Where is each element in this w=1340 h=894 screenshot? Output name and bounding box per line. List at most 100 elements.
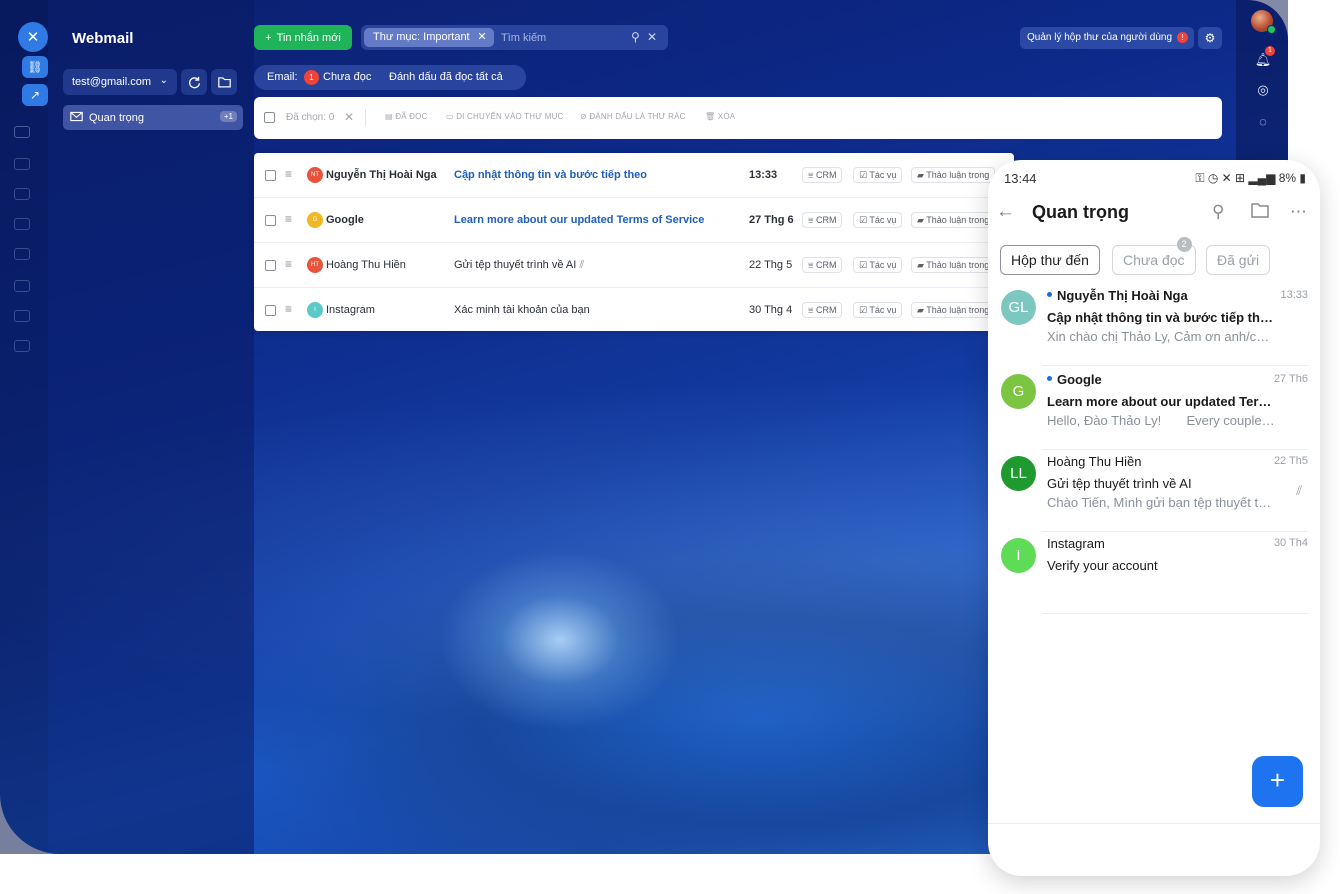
message-preview: Xin chào chị Thảo Ly, Cảm ơn anh/chị đã … bbox=[1047, 329, 1275, 344]
tag-crm[interactable]: ⩸ CRM bbox=[802, 257, 843, 273]
task-icon: ☑ bbox=[859, 305, 870, 315]
folder-icon[interactable] bbox=[1251, 202, 1269, 223]
attachment-icon: ⫽ bbox=[1296, 483, 1302, 498]
filter-icon: ⩸ bbox=[808, 260, 816, 270]
search-bar[interactable]: Thư mục: Important ✕ ⚲ ✕ bbox=[361, 25, 668, 50]
search-input[interactable] bbox=[501, 30, 621, 46]
move-to-folder-action[interactable]: ▭ DI CHUYỂN VÀO THƯ MỤC bbox=[446, 112, 564, 121]
app-icon[interactable] bbox=[14, 340, 30, 352]
tag-crm[interactable]: ⩸ CRM bbox=[802, 167, 843, 183]
app-icon[interactable] bbox=[14, 158, 30, 170]
email-subject[interactable]: Cập nhật thông tin và bước tiếp theo bbox=[454, 169, 647, 181]
email-subject[interactable]: Xác minh tài khoản của bạn bbox=[454, 304, 590, 316]
online-status-dot bbox=[1267, 25, 1276, 34]
tag-crm[interactable]: ⩸ CRM bbox=[802, 302, 843, 318]
back-arrow-icon[interactable]: ← bbox=[996, 201, 1015, 223]
avatar: I bbox=[307, 302, 323, 318]
tag-discussion[interactable]: ▰ Thảo luận trong bbox=[911, 302, 996, 318]
table-row[interactable]: ≡ I Instagram Xác minh tài khoản của bạn… bbox=[254, 288, 1014, 331]
tag-crm[interactable]: ⩸ CRM bbox=[802, 212, 843, 228]
sidebar-item-label: Quan trọng bbox=[89, 111, 145, 124]
selected-count: Đã chọn: 0 bbox=[286, 112, 335, 123]
status-time: 13:44 bbox=[1004, 171, 1037, 186]
filter-icon: ⩸ bbox=[808, 215, 816, 225]
chat-icon: ▰ bbox=[917, 170, 927, 180]
new-message-button[interactable]: + Tin nhắn mới bbox=[254, 25, 352, 50]
clear-search-icon[interactable]: ✕ bbox=[647, 30, 657, 44]
mark-all-read-link[interactable]: Đánh dấu đã đọc tất cả bbox=[389, 71, 503, 83]
tab-unread[interactable]: Chưa đọc 2 bbox=[1112, 237, 1196, 275]
tag-task[interactable]: ☑ Tác vụ bbox=[853, 257, 903, 273]
tag-task[interactable]: ☑ Tác vụ bbox=[853, 302, 903, 318]
folder-filter-chip[interactable]: Thư mục: Important ✕ bbox=[364, 28, 494, 47]
tab-inbox[interactable]: Hộp thư đến bbox=[1000, 245, 1100, 275]
message-sender: Google bbox=[1047, 372, 1102, 387]
tag-label: CRM bbox=[815, 260, 837, 270]
row-checkbox[interactable] bbox=[265, 170, 276, 181]
table-row[interactable]: ≡ NT Nguyễn Thị Hoài Nga Cập nhật thông … bbox=[254, 153, 1014, 198]
app-icon[interactable] bbox=[14, 188, 30, 200]
avatar: I bbox=[1001, 538, 1036, 573]
avatar[interactable] bbox=[1251, 10, 1276, 34]
tag-discussion[interactable]: ▰ Thảo luận trong bbox=[911, 212, 996, 228]
chat-icon[interactable]: ◌ bbox=[1254, 112, 1272, 130]
row-checkbox[interactable] bbox=[265, 305, 276, 316]
tag-label: Thảo luận trong bbox=[926, 260, 990, 270]
more-icon[interactable]: ⋯ bbox=[1290, 202, 1307, 222]
email-subject[interactable]: Learn more about our updated Terms of Se… bbox=[454, 214, 704, 226]
drag-handle-icon[interactable]: ≡ bbox=[285, 302, 292, 316]
tag-discussion[interactable]: ▰ Thảo luận trong bbox=[911, 257, 996, 273]
link-button[interactable]: ⛓ bbox=[22, 56, 48, 78]
list-item[interactable]: GL Nguyễn Thị Hoài Nga 13:33 Cập nhật th… bbox=[988, 282, 1320, 366]
select-all-checkbox[interactable] bbox=[264, 112, 275, 123]
search-icon[interactable]: ⚲ bbox=[1212, 202, 1224, 222]
open-external-button[interactable]: ↗ bbox=[22, 84, 48, 106]
row-checkbox[interactable] bbox=[265, 260, 276, 271]
fingerprint-icon[interactable]: ◎ bbox=[1254, 81, 1272, 99]
app-icon[interactable] bbox=[14, 248, 30, 260]
app-icon[interactable] bbox=[14, 218, 30, 230]
settings-button[interactable]: ⚙ bbox=[1198, 27, 1222, 49]
chat-icon: ▰ bbox=[917, 260, 927, 270]
folder-icon: ▭ bbox=[446, 112, 457, 121]
app-icon[interactable] bbox=[14, 280, 30, 292]
notification-badge: 1 bbox=[1265, 46, 1275, 56]
message-date: 30 Th4 bbox=[1273, 537, 1308, 549]
close-icon[interactable]: ✕ bbox=[477, 28, 486, 47]
tag-task[interactable]: ☑ Tác vụ bbox=[853, 167, 903, 183]
drag-handle-icon[interactable]: ≡ bbox=[285, 212, 292, 226]
row-checkbox[interactable] bbox=[265, 215, 276, 226]
tab-sent[interactable]: Đã gửi bbox=[1206, 245, 1271, 275]
avatar: LL bbox=[1001, 456, 1036, 491]
table-row[interactable]: ≡ G Google Learn more about our updated … bbox=[254, 198, 1014, 243]
drag-handle-icon[interactable]: ≡ bbox=[285, 257, 292, 271]
refresh-button[interactable] bbox=[181, 69, 207, 95]
avatar: NT bbox=[307, 167, 323, 183]
table-row[interactable]: ≡ HT Hoàng Thu Hiền Gửi tệp thuyết trình… bbox=[254, 243, 1014, 288]
tag-label: Thảo luận trong bbox=[926, 305, 990, 315]
close-button[interactable]: ✕ bbox=[18, 22, 48, 52]
manage-mailbox-button[interactable]: Quản lý hộp thư của người dùng ! bbox=[1020, 27, 1195, 49]
unread-filter-link[interactable]: Chưa đọc bbox=[323, 71, 371, 83]
drag-handle-icon[interactable]: ≡ bbox=[285, 167, 292, 181]
mark-read-action[interactable]: ▤ ĐÃ ĐỌC bbox=[385, 112, 428, 121]
email-subject[interactable]: Gửi tệp thuyết trình về AI ⫽ bbox=[454, 259, 584, 272]
tag-task[interactable]: ☑ Tác vụ bbox=[853, 212, 903, 228]
search-icon[interactable]: ⚲ bbox=[631, 30, 640, 44]
tag-discussion[interactable]: ▰ Thảo luận trong bbox=[911, 167, 996, 183]
tag-label: CRM bbox=[815, 305, 837, 315]
sidebar-item-important[interactable]: Quan trọng +1 bbox=[63, 105, 243, 130]
clear-selection-icon[interactable]: ✕ bbox=[344, 110, 354, 124]
app-icon[interactable] bbox=[14, 126, 30, 138]
compose-button[interactable]: + bbox=[1252, 756, 1303, 807]
email-sender: Nguyễn Thị Hoài Nga bbox=[326, 169, 437, 181]
avatar: G bbox=[307, 212, 323, 228]
list-item[interactable]: G Google 27 Th6 Learn more about our upd… bbox=[988, 366, 1320, 450]
delete-action[interactable]: 🗑 XÓA bbox=[705, 112, 735, 121]
folder-button[interactable] bbox=[211, 69, 237, 95]
list-item[interactable]: LL Hoàng Thu Hiền 22 Th5 Gửi tệp thuyết … bbox=[988, 448, 1320, 532]
mark-spam-action[interactable]: ⊘ ĐÁNH DẤU LÀ THƯ RÁC bbox=[580, 112, 686, 121]
account-selector[interactable]: test@gmail.com ⌄ bbox=[63, 69, 177, 95]
app-icon[interactable] bbox=[14, 310, 30, 322]
list-item[interactable]: I Instagram 30 Th4 Verify your account bbox=[988, 530, 1320, 614]
